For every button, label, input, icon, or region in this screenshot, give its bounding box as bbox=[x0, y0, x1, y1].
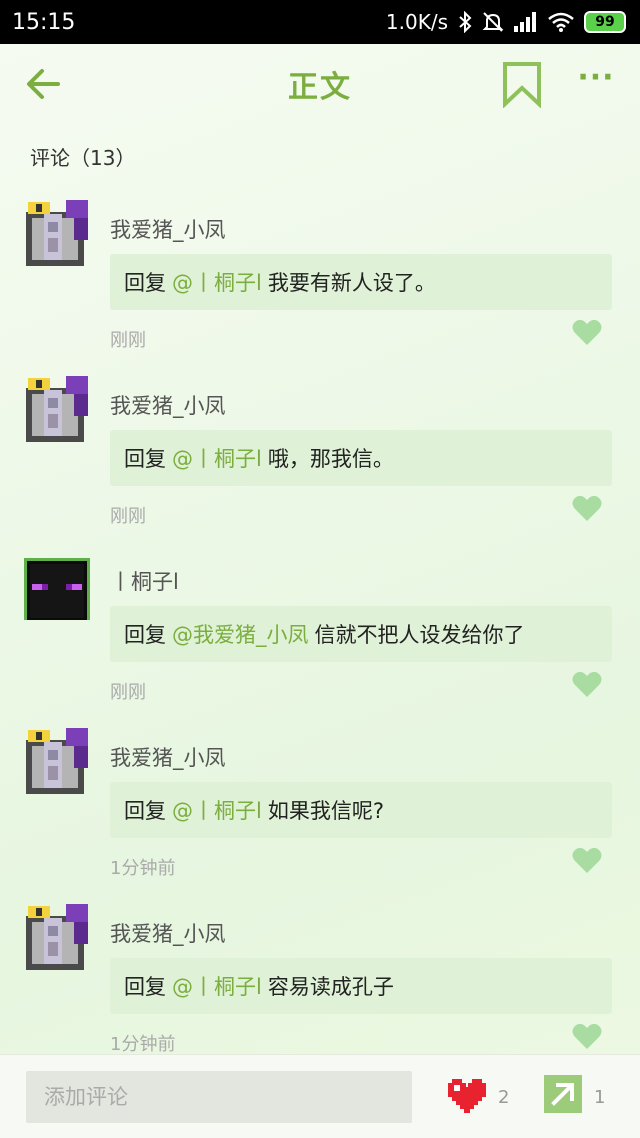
heart-icon[interactable] bbox=[572, 494, 602, 522]
status-time: 15:15 bbox=[12, 9, 76, 35]
heart-icon[interactable] bbox=[572, 1022, 602, 1050]
comment-bubble[interactable]: 回复 @丨桐子l 容易读成孔子 bbox=[110, 958, 612, 1014]
comment-item: 我爱猪_小凤 回复 @丨桐子l 如果我信呢? 1分钟前 bbox=[0, 726, 640, 902]
comment-timestamp: 刚刚 bbox=[110, 682, 146, 703]
comment-text: 哦，那我信。 bbox=[267, 447, 394, 471]
comment-timestamp: 刚刚 bbox=[110, 506, 146, 527]
comment-item: 我爱猪_小凤 回复 @丨桐子l 哦，那我信。 刚刚 bbox=[0, 374, 640, 550]
comment-item: 我爱猪_小凤 回复 @丨桐子l 我要有新人设了。 刚刚 bbox=[0, 198, 640, 374]
top-app-bar: 正文 ··· bbox=[0, 44, 640, 124]
like-count: 2 bbox=[498, 1087, 510, 1108]
mention-link[interactable]: @我爱猪_小凤 bbox=[172, 619, 309, 649]
heart-icon[interactable] bbox=[572, 846, 602, 874]
battery-icon: 99 bbox=[584, 11, 626, 33]
comment-text: 信就不把人设发给你了 bbox=[314, 623, 525, 647]
comment-bubble[interactable]: 回复 @我爱猪_小凤 信就不把人设发给你了 bbox=[110, 606, 612, 662]
bluetooth-icon bbox=[459, 11, 472, 33]
comment-timestamp: 1分钟前 bbox=[110, 858, 176, 879]
comments-count-heading: 评论（13） bbox=[30, 146, 136, 170]
heart-icon[interactable] bbox=[572, 318, 602, 346]
comment-text: 我要有新人设了。 bbox=[267, 271, 436, 295]
pixel-heart-icon[interactable] bbox=[446, 1075, 488, 1115]
comment-timestamp: 1分钟前 bbox=[110, 1034, 176, 1055]
status-icons: 1.0K/s 99 bbox=[386, 10, 626, 34]
avatar[interactable] bbox=[22, 550, 92, 620]
avatar[interactable] bbox=[22, 198, 92, 268]
heart-icon[interactable] bbox=[572, 670, 602, 698]
comment-bubble[interactable]: 回复 @丨桐子l 哦，那我信。 bbox=[110, 430, 612, 486]
comment-item: 我爱猪_小凤 回复 @丨桐子l 容易读成孔子 1分钟前 bbox=[0, 902, 640, 1078]
comment-bubble[interactable]: 回复 @丨桐子l 如果我信呢? bbox=[110, 782, 612, 838]
comment-author[interactable]: 我爱猪_小凤 bbox=[110, 214, 226, 244]
reply-prefix: 回复 bbox=[124, 271, 166, 295]
more-options-button[interactable]: ··· bbox=[572, 58, 620, 106]
reply-prefix: 回复 bbox=[124, 623, 166, 647]
mention-link[interactable]: @丨桐子l bbox=[172, 443, 262, 473]
comment-bubble[interactable]: 回复 @丨桐子l 我要有新人设了。 bbox=[110, 254, 612, 310]
reply-prefix: 回复 bbox=[124, 799, 166, 823]
wifi-icon bbox=[548, 12, 574, 32]
network-speed: 1.0K/s bbox=[385, 10, 448, 34]
avatar[interactable] bbox=[22, 374, 92, 444]
avatar[interactable] bbox=[22, 726, 92, 796]
comment-author[interactable]: 丨桐子l bbox=[110, 566, 179, 596]
comment-item: 丨桐子l 回复 @我爱猪_小凤 信就不把人设发给你了 刚刚 bbox=[0, 550, 640, 726]
bookmark-icon[interactable] bbox=[500, 60, 544, 108]
signal-icon bbox=[514, 12, 536, 32]
back-arrow-icon[interactable] bbox=[22, 62, 66, 106]
page-title: 正文 bbox=[288, 70, 352, 105]
comment-timestamp: 刚刚 bbox=[110, 330, 146, 351]
mention-link[interactable]: @丨桐子l bbox=[172, 795, 262, 825]
share-count: 1 bbox=[594, 1087, 606, 1108]
bottom-action-bar: 2 1 bbox=[0, 1054, 640, 1138]
avatar[interactable] bbox=[22, 902, 92, 972]
mention-link[interactable]: @丨桐子l bbox=[172, 971, 262, 1001]
mention-link[interactable]: @丨桐子l bbox=[172, 267, 262, 297]
comment-author[interactable]: 我爱猪_小凤 bbox=[110, 742, 226, 772]
comment-text: 如果我信呢? bbox=[267, 799, 384, 823]
reply-prefix: 回复 bbox=[124, 447, 166, 471]
comment-author[interactable]: 我爱猪_小凤 bbox=[110, 390, 226, 420]
comment-author[interactable]: 我爱猪_小凤 bbox=[110, 918, 226, 948]
reply-prefix: 回复 bbox=[124, 975, 166, 999]
status-bar: 15:15 1.0K/s 99 bbox=[0, 0, 640, 44]
comment-input[interactable] bbox=[26, 1071, 412, 1123]
comment-text: 容易读成孔子 bbox=[267, 975, 394, 999]
share-arrow-icon[interactable] bbox=[544, 1075, 582, 1113]
mute-icon bbox=[482, 12, 504, 32]
